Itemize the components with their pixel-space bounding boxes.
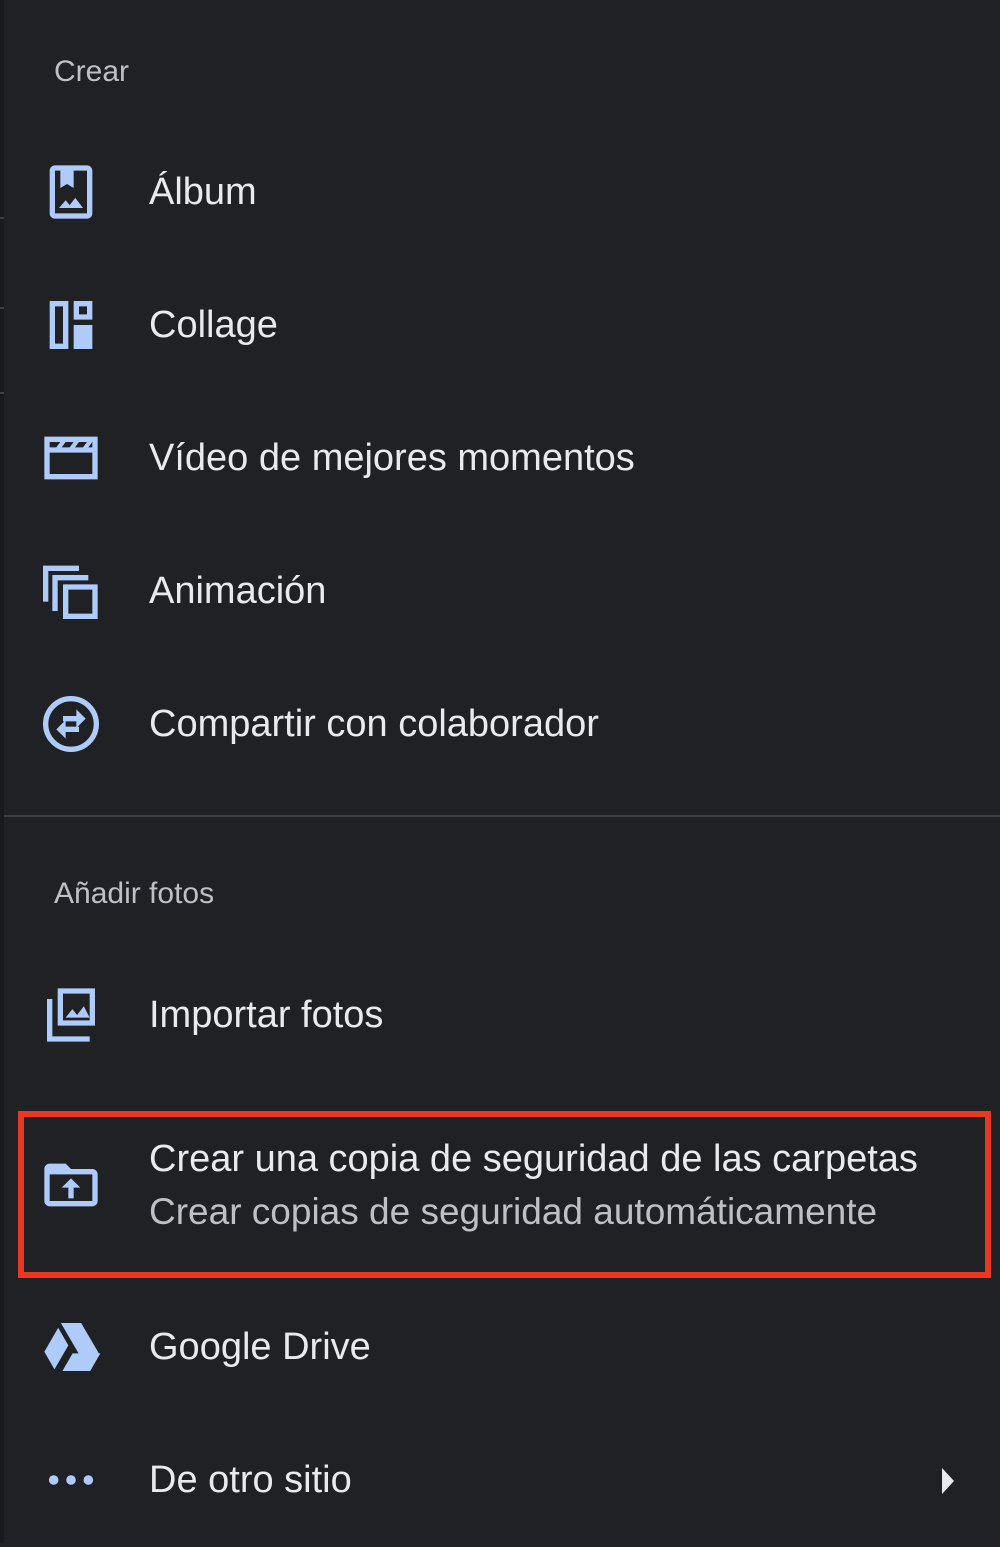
menu-item-label: Álbum bbox=[149, 171, 257, 213]
google-drive-icon bbox=[39, 1315, 103, 1379]
menu-item-animation[interactable]: Animación bbox=[4, 525, 1000, 658]
menu-item-label: Importar fotos bbox=[149, 994, 384, 1036]
menu-item-text: Crear una copia de seguridad de las carp… bbox=[149, 1118, 918, 1253]
more-horiz-icon bbox=[39, 1448, 103, 1512]
menu-item-collage[interactable]: Collage bbox=[4, 259, 1000, 392]
menu-item-label: Google Drive bbox=[149, 1326, 371, 1368]
menu-item-import-photos[interactable]: Importar fotos bbox=[4, 949, 1000, 1082]
album-icon bbox=[39, 160, 103, 224]
movie-icon bbox=[39, 426, 103, 490]
section-header-add-photos: Añadir fotos bbox=[54, 877, 215, 910]
menu-item-label: De otro sitio bbox=[149, 1459, 352, 1501]
section-divider bbox=[4, 815, 1000, 817]
menu-item-highlight-video[interactable]: Vídeo de mejores momentos bbox=[4, 392, 1000, 525]
import-photos-icon bbox=[39, 983, 103, 1047]
menu-item-description: Crear copias de seguridad automáticament… bbox=[149, 1191, 878, 1232]
menu-item-backup-folders[interactable]: Crear una copia de seguridad de las carp… bbox=[4, 1118, 1000, 1253]
create-menu: Crear Álbum Collage Vídeo de mejores mom… bbox=[4, 0, 1000, 1543]
menu-item-partner-sharing[interactable]: Compartir con colaborador bbox=[4, 658, 1000, 791]
menu-item-album[interactable]: Álbum bbox=[4, 126, 1000, 259]
menu-item-label: Compartir con colaborador bbox=[149, 703, 599, 745]
menu-item-other-sources[interactable]: De otro sitio bbox=[4, 1414, 1000, 1547]
section-header-create: Crear bbox=[54, 55, 130, 88]
partner-sharing-icon bbox=[39, 692, 103, 756]
menu-item-google-drive[interactable]: Google Drive bbox=[4, 1281, 1000, 1414]
menu-item-label: Animación bbox=[149, 570, 327, 612]
folder-upload-icon bbox=[39, 1153, 103, 1217]
menu-item-label: Vídeo de mejores momentos bbox=[149, 437, 635, 479]
menu-item-label: Collage bbox=[149, 304, 278, 346]
menu-item-label: Crear una copia de seguridad de las carp… bbox=[149, 1138, 918, 1180]
collage-icon bbox=[39, 293, 103, 357]
submenu-arrow-icon bbox=[938, 1466, 958, 1496]
animation-icon bbox=[39, 559, 103, 623]
